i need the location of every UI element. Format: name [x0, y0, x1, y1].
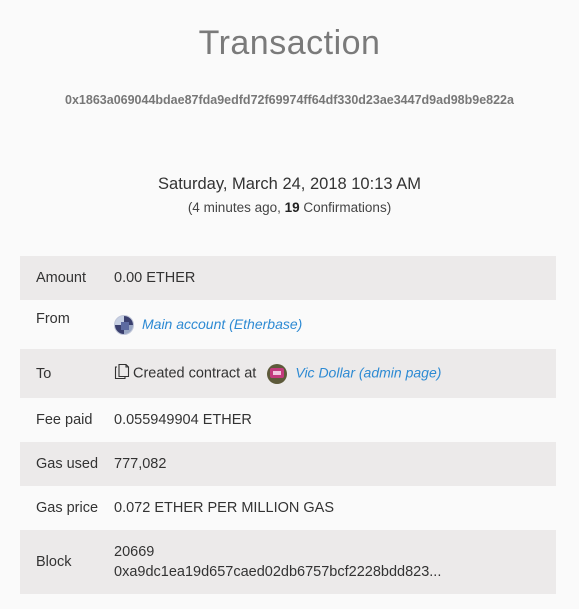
identicon-avatar: [267, 363, 288, 384]
amount-value: 0.00 ETHER: [114, 270, 196, 286]
to-label: To: [36, 365, 52, 382]
gas-price-label: Gas price: [36, 500, 99, 516]
contract-link[interactable]: Vic Dollar (admin page): [295, 364, 441, 380]
amount-label: Amount: [36, 270, 86, 286]
transaction-details-table: Amount 0.00 ETHER From Main account (Eth…: [20, 256, 556, 594]
confirmations-line: (4 minutes ago, 19 Confirmations): [0, 200, 579, 215]
block-label: Block: [36, 554, 72, 570]
gas-used-row: Gas used 777,082: [20, 442, 556, 486]
created-contract-text: Created contract at: [133, 365, 257, 382]
fee-label: Fee paid: [36, 412, 93, 428]
ago-prefix: (4 minutes ago,: [187, 200, 285, 215]
from-value: Main account (Etherbase): [114, 300, 556, 349]
from-label: From: [36, 311, 70, 327]
transaction-hash: 0x1863a069044bdae87fda9edfd72f69974ff64d…: [65, 93, 514, 107]
gas-used-value: 777,082: [114, 456, 167, 472]
fee-row: Fee paid 0.055949904 ETHER: [20, 398, 556, 442]
to-row: To Created contract at Vic Dollar (admin…: [20, 349, 556, 398]
gas-price-row: Gas price 0.072 ETHER PER MILLION GAS: [20, 486, 556, 530]
from-account-link[interactable]: Main account (Etherbase): [142, 315, 302, 331]
ago-suffix: Confirmations): [299, 200, 392, 215]
gas-price-value: 0.072 ETHER PER MILLION GAS: [114, 500, 334, 516]
block-row: Block 20669 0xa9dc1ea19d657caed02db6757b…: [20, 530, 556, 594]
gas-used-label: Gas used: [36, 456, 99, 472]
transaction-date: Saturday, March 24, 2018 10:13 AM: [158, 175, 421, 193]
document-icon: [114, 363, 130, 384]
transaction-page: Transaction 0x1863a069044bdae87fda9edfd7…: [0, 0, 579, 609]
block-number: 20669: [114, 544, 155, 560]
confirmations-count: 19: [284, 200, 300, 215]
block-value: 20669 0xa9dc1ea19d657caed02db6757bcf2228…: [114, 530, 556, 594]
page-title: Transaction: [198, 24, 381, 62]
to-value: Created contract at Vic Dollar (admin pa…: [114, 349, 556, 398]
identicon-avatar: [114, 314, 134, 335]
amount-row: Amount 0.00 ETHER: [20, 256, 556, 300]
fee-value: 0.055949904 ETHER: [114, 412, 252, 428]
from-row: From Main account (Etherbase): [20, 300, 556, 349]
block-hash: 0xa9dc1ea19d657caed02db6757bcf2228bdd823…: [114, 564, 442, 580]
